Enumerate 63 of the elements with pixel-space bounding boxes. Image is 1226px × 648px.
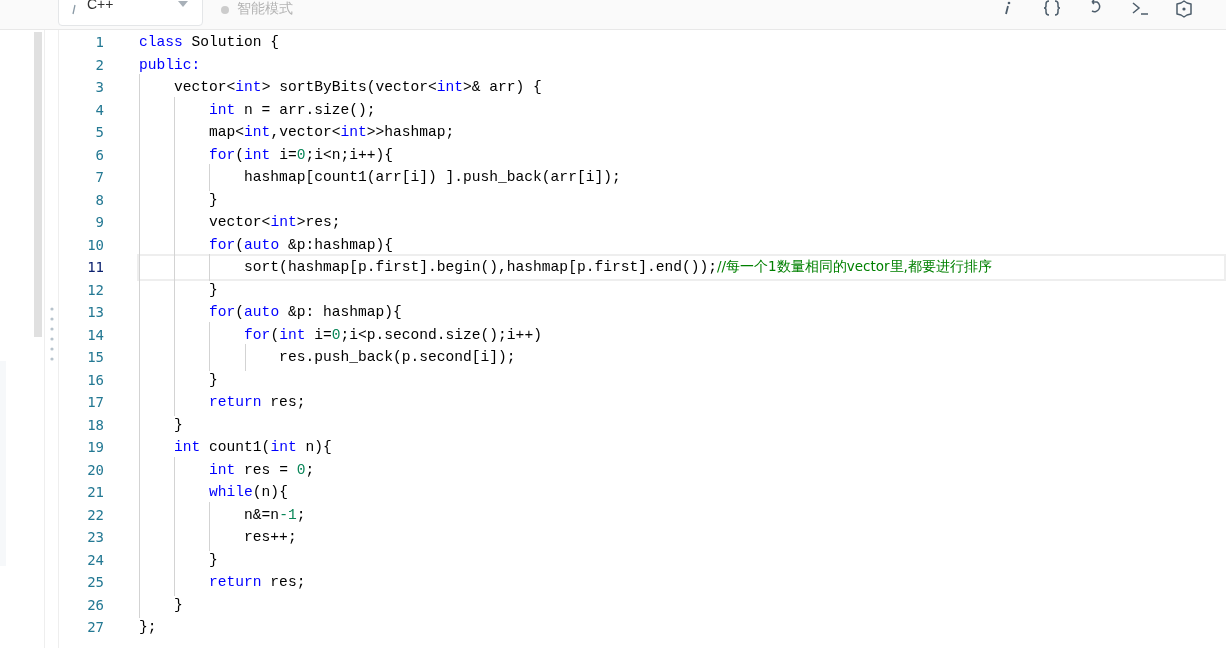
line-number: 21 — [86, 484, 104, 501]
code-line: n&=n-1; — [243, 506, 306, 523]
line-number: 26 — [86, 596, 104, 613]
line-number: 15 — [86, 349, 104, 366]
code-line: } — [208, 551, 218, 568]
line-number: 11 — [86, 259, 104, 276]
line-number: 24 — [86, 551, 104, 568]
code-line: int n = arr.size(); — [208, 101, 376, 118]
line-number: 14 — [86, 326, 104, 343]
line-number: 12 — [86, 281, 104, 298]
code-line: vector<int>res; — [208, 214, 341, 231]
scrollbar[interactable] — [34, 32, 42, 337]
line-number: 3 — [94, 79, 104, 96]
code-line: return res; — [208, 574, 306, 591]
status-dot — [221, 5, 229, 14]
line-number: 25 — [86, 574, 104, 591]
code-line: return res; — [208, 394, 306, 411]
code-line: } — [173, 416, 183, 433]
line-number: 20 — [86, 461, 104, 478]
line-number: 2 — [94, 56, 104, 73]
code-line: public: — [139, 56, 201, 73]
code-line: } — [208, 371, 218, 388]
code-line: } — [208, 281, 218, 298]
code-line: res.push_back(p.second[i]); — [278, 349, 516, 366]
code-line: class Solution { — [139, 34, 280, 51]
code-line: for(auto &p: hashmap){ — [208, 304, 402, 321]
terminal-icon — [1131, 0, 1149, 16]
caret-icon — [178, 0, 188, 7]
line-number: 23 — [86, 529, 104, 546]
line-number: 16 — [86, 371, 104, 388]
code-line: vector<int> sortByBits(vector<int>& arr) { — [173, 79, 542, 96]
code-line: for(auto &p:hashmap){ — [208, 236, 393, 253]
line-number: 27 — [86, 619, 104, 636]
code-line: while(n){ — [208, 484, 288, 501]
code-line: } — [173, 596, 183, 613]
code-line: }; — [139, 619, 157, 636]
language-icon — [71, 2, 77, 15]
line-number: 7 — [94, 169, 104, 186]
code-line: map<int,vector<int>>hashmap; — [208, 124, 455, 141]
line-number: 17 — [86, 394, 104, 411]
line-number: 13 — [86, 304, 104, 321]
line-number: 6 — [94, 146, 104, 163]
line-number: 22 — [86, 506, 104, 523]
mode-label: 智能模式 — [237, 0, 293, 18]
code-line: } — [208, 191, 218, 208]
line-number: 9 — [94, 214, 104, 231]
code-line: for(int i=0;i<p.second.size();i++) — [243, 326, 542, 343]
line-number: 1 — [94, 34, 104, 51]
code-line: res++; — [243, 529, 297, 546]
line-number: 8 — [94, 191, 104, 208]
line-number: 10 — [86, 236, 104, 253]
line-number: 5 — [94, 124, 104, 141]
line-number: 19 — [86, 439, 104, 456]
line-number: 18 — [86, 416, 104, 433]
gear-icon — [1175, 0, 1193, 18]
code-line: int res = 0; — [208, 461, 315, 478]
resize-handle-icon[interactable] — [49, 307, 54, 361]
code-line: sort(hashmap[p.first].begin(),hashmap[p.first].end());//每一个1数量相同的vector里,都要进行排序 — [243, 258, 992, 277]
braces-icon — [1043, 0, 1061, 16]
code-line: int count1(int n){ — [173, 439, 332, 456]
line-number: 4 — [94, 101, 104, 118]
code-line: hashmap[count1(arr[i]) ].push_back(arr[i]); — [243, 169, 621, 186]
code-line: for(int i=0;i<n;i++){ — [208, 146, 393, 163]
